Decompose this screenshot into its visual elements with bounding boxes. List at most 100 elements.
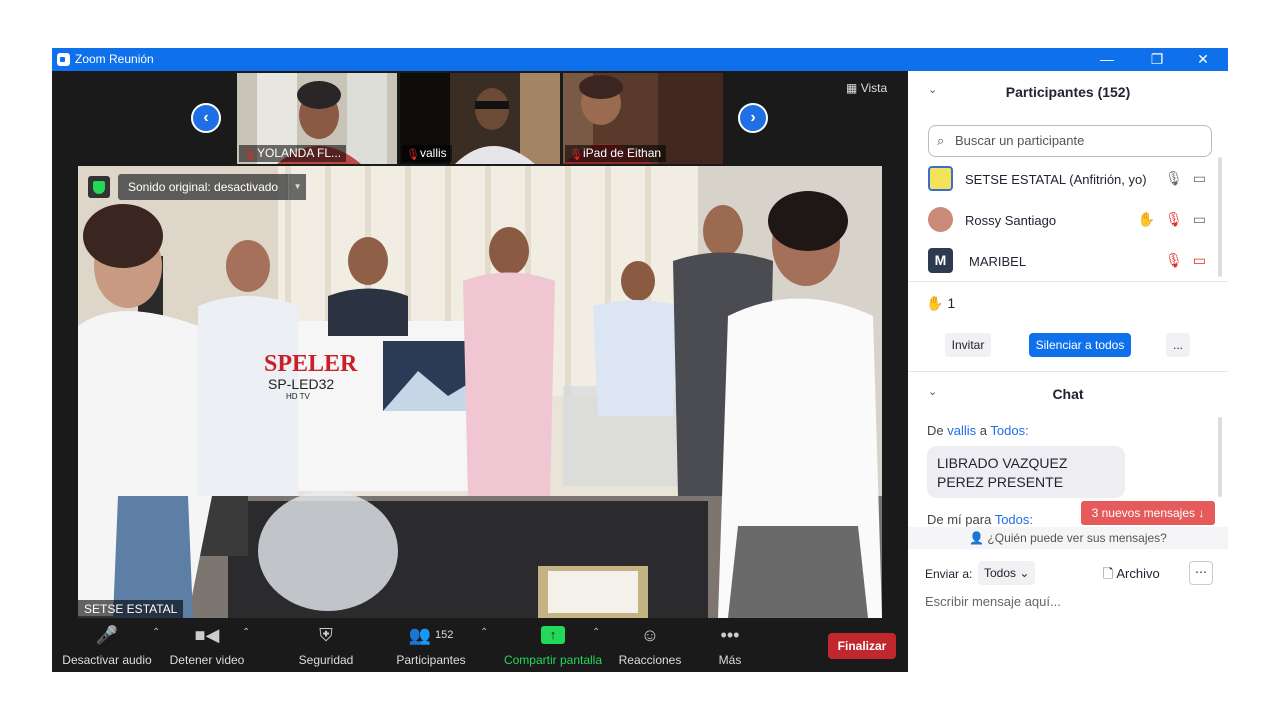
meeting-toolbar: 🎤 Desactivar audio ⌃ ■◀ Detener video ⌃ … xyxy=(52,619,908,672)
security-button[interactable]: ⛨ Seguridad xyxy=(296,623,356,668)
more-dots-icon: ••• xyxy=(720,624,740,645)
send-to-row: Enviar a: Todos ⌄ 🗋 Archivo ⋯ xyxy=(925,561,1215,585)
stop-video-label: Detener video xyxy=(169,653,245,667)
view-label: Vista xyxy=(860,81,888,95)
side-panel: ⌄ Participantes (152) ⌕ Buscar un partic… xyxy=(908,71,1228,672)
original-sound-chip[interactable]: Sonido original: desactivado ▼ xyxy=(88,174,307,200)
thumbnail-label: 🎙 YOLANDA FL... xyxy=(239,145,347,162)
chat-header: ⌄ Chat xyxy=(908,373,1228,413)
avatar xyxy=(928,166,953,191)
participant-name: iPad de Eithan xyxy=(583,146,662,160)
thumbnail-video[interactable]: 🎙 YOLANDA FL... xyxy=(237,73,397,164)
person-lock-icon: 👤 xyxy=(969,531,985,545)
title-bar: Zoom Reunión — ❐ ✕ xyxy=(52,48,1228,71)
share-screen-icon: ↑ xyxy=(502,623,604,647)
muted-mic-icon: 🎙 xyxy=(569,149,583,161)
close-button[interactable]: ✕ xyxy=(1180,48,1226,71)
participant-row[interactable]: Rossy Santiago ✋ 🎙 ▭ xyxy=(926,200,1216,240)
chat-more-button[interactable]: ⋯ xyxy=(1189,561,1213,585)
send-to-dropdown[interactable]: Todos ⌄ xyxy=(978,561,1036,585)
grid-icon: ▦ xyxy=(846,81,858,95)
more-options-button[interactable]: ... xyxy=(1166,333,1190,357)
participants-title: Participantes (152) xyxy=(1005,84,1131,100)
restore-button[interactable]: ❐ xyxy=(1134,48,1180,71)
reactions-button[interactable]: ☺ Reacciones xyxy=(618,623,682,668)
thumbnail-label: 🎙 iPad de Eithan xyxy=(565,145,667,162)
video-camera-icon[interactable]: ▭ xyxy=(1193,211,1206,228)
previous-page-button[interactable]: ‹ xyxy=(191,103,221,133)
chat-sender[interactable]: vallis xyxy=(947,423,976,438)
raised-hands-count: 1 xyxy=(947,295,956,311)
chevron-up-icon[interactable]: ⌃ xyxy=(480,627,488,638)
window-title: Zoom Reunión xyxy=(75,52,154,66)
participants-count: 152 xyxy=(435,629,454,641)
view-button[interactable]: ▦ Vista xyxy=(846,81,887,95)
raised-hands-summary: ✋ 1 xyxy=(926,295,955,312)
chat-message-header: De vallis a Todos: xyxy=(927,423,1029,438)
thumbnail-video[interactable]: 🎙 iPad de Eithan xyxy=(563,73,723,164)
muted-mic-icon[interactable]: 🎙 xyxy=(1165,252,1183,269)
muted-mic-icon[interactable]: 🎙 xyxy=(1165,211,1183,228)
thumbnail-video[interactable]: 🎙 vallis xyxy=(400,73,560,164)
share-screen-button[interactable]: ↑ Compartir pantalla ⌃ xyxy=(502,623,604,667)
participant-row[interactable]: M MARIBEL 🎙 ▭ xyxy=(926,241,1216,281)
chevron-up-icon[interactable]: ⌃ xyxy=(592,627,600,638)
chat-title: Chat xyxy=(1052,386,1084,402)
participant-row[interactable]: SETSE ESTATAL (Anfitrión, yo) 🎙 ▭ xyxy=(926,159,1216,199)
stop-video-button[interactable]: ■◀ Detener video ⌃ xyxy=(166,623,251,668)
chat-recipient[interactable]: Todos: xyxy=(990,423,1028,438)
chat-recipient[interactable]: Todos: xyxy=(995,512,1033,527)
raised-hand-icon: ✋ xyxy=(1137,211,1155,227)
muted-mic-icon: 🎙 xyxy=(243,149,257,161)
invite-button[interactable]: Invitar xyxy=(945,333,991,357)
mute-all-button[interactable]: Silenciar a todos xyxy=(1029,333,1131,357)
new-messages-button[interactable]: 3 nuevos mensajes ↓ xyxy=(1081,501,1215,525)
speler-logo: SPELER SP-LED32 HD TV xyxy=(264,351,358,401)
file-button[interactable]: 🗋 Archivo xyxy=(1103,565,1160,587)
video-camera-icon[interactable]: ▭ xyxy=(1193,170,1206,187)
chat-to-prefix: a xyxy=(979,423,988,438)
microphone-icon[interactable]: 🎙 xyxy=(1165,170,1183,187)
meeting-area: ‹ 🎙 YOLANDA FL... 🎙 vallis 🎙 iPad de Eit… xyxy=(52,71,908,672)
divider xyxy=(908,371,1228,372)
send-to-value: Todos xyxy=(984,566,1017,580)
avatar: M xyxy=(928,248,953,273)
end-meeting-button[interactable]: Finalizar xyxy=(828,633,896,659)
original-sound-status[interactable]: Sonido original: desactivado xyxy=(118,174,289,200)
mute-audio-button[interactable]: 🎤 Desactivar audio ⌃ xyxy=(62,623,160,668)
speaker-name-label: SETSE ESTATAL xyxy=(78,600,184,618)
chevron-up-icon[interactable]: ⌃ xyxy=(242,627,250,638)
chat-scrollbar[interactable] xyxy=(1218,417,1222,497)
more-button[interactable]: ••• Más xyxy=(712,623,748,668)
chevron-down-icon[interactable]: ▼ xyxy=(288,174,307,200)
who-can-see-messages[interactable]: 👤 ¿Quién puede ver sus mensajes? xyxy=(908,527,1228,549)
participants-scrollbar[interactable] xyxy=(1218,157,1222,277)
participant-name: MARIBEL xyxy=(969,254,1027,269)
who-can-see-label: ¿Quién puede ver sus mensajes? xyxy=(987,531,1167,545)
encryption-shield-icon xyxy=(88,176,110,198)
search-participants-input[interactable]: ⌕ Buscar un participante xyxy=(928,125,1212,157)
active-speaker-video: SPELER SP-LED32 HD TV Sonido original: d… xyxy=(78,166,882,618)
muted-mic-icon: 🎙 xyxy=(406,149,420,161)
security-label: Seguridad xyxy=(298,653,354,667)
search-placeholder: Buscar un participante xyxy=(955,133,1085,148)
chat-message-input[interactable]: Escribir mensaje aquí... xyxy=(925,594,1061,609)
next-page-button[interactable]: › xyxy=(738,103,768,133)
mute-audio-label: Desactivar audio xyxy=(62,653,152,667)
svg-text:SP-LED32: SP-LED32 xyxy=(268,376,334,392)
active-speaker-image xyxy=(78,166,882,618)
chevron-up-icon[interactable]: ⌃ xyxy=(152,627,160,638)
minimize-button[interactable]: — xyxy=(1084,48,1130,71)
svg-text:HD TV: HD TV xyxy=(286,392,311,401)
video-off-icon[interactable]: ▭ xyxy=(1193,252,1206,269)
smiley-plus-icon: ☺ xyxy=(640,624,660,645)
thumbnail-label: 🎙 vallis xyxy=(402,145,452,162)
search-icon: ⌕ xyxy=(937,133,945,148)
participant-name: YOLANDA FL... xyxy=(257,146,342,160)
avatar xyxy=(928,207,953,232)
divider xyxy=(908,281,1228,282)
share-screen-label: Compartir pantalla xyxy=(503,653,603,667)
shield-icon: ⛨ xyxy=(319,624,333,645)
participants-button[interactable]: 👥 152 Participantes ⌃ xyxy=(394,623,488,668)
participants-label: Participantes xyxy=(396,653,466,667)
